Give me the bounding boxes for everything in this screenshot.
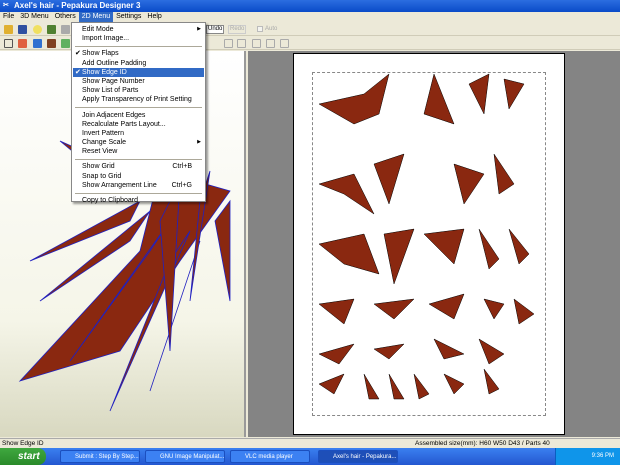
label: Show List of Parts [82, 87, 139, 95]
zoom-icon[interactable] [266, 39, 275, 48]
title-bar: ✂ Axel's hair - Pepakura Designer 3 [0, 0, 620, 12]
label: Snap to Grid [82, 172, 122, 180]
menu-others[interactable]: Others [52, 12, 79, 22]
color-icon[interactable] [61, 39, 70, 48]
status-text: Show Edge ID [2, 440, 44, 447]
label: Show Arrangement Line [82, 181, 157, 189]
tool-icon[interactable] [61, 25, 70, 34]
system-tray: 9:36 PM [555, 448, 620, 465]
menu-item-show-arrangement-line[interactable]: Show Arrangement Line Ctrl+G [73, 181, 204, 190]
menu-item-show-flaps[interactable]: ✔ Show Flaps [73, 49, 204, 58]
start-label: start [18, 451, 40, 462]
menu-item-reset-view[interactable]: Reset View [73, 147, 204, 156]
check-icon: ✔ [75, 68, 81, 76]
rotate-icon[interactable] [47, 39, 56, 48]
auto-checkbox[interactable]: Auto [257, 25, 277, 34]
2d-menu-dropdown: Edit Mode ▶ Import Image... ✔ Show Flaps A… [71, 22, 206, 205]
taskbar: start Submit : Step By Step... GNU Image… [0, 448, 620, 465]
label: Reset View [82, 148, 118, 156]
menu-item-snap-to-grid[interactable]: Snap to Grid [73, 172, 204, 181]
menu-item-recalculate-layout[interactable]: Recalculate Parts Layout... [73, 120, 204, 129]
menu-bar: File 3D Menu Others 2D Menu Settings Hel… [0, 12, 620, 22]
edge-icon[interactable] [18, 39, 27, 48]
label: Show Grid [82, 163, 115, 171]
menu-item-show-list-of-parts[interactable]: Show List of Parts [73, 86, 204, 95]
label: Invert Pattern [82, 129, 125, 137]
menu-item-edit-mode[interactable]: Edit Mode ▶ [73, 25, 204, 34]
menu-settings[interactable]: Settings [113, 12, 144, 22]
undo-button[interactable]: Undo [206, 25, 225, 34]
label: Recalculate Parts Layout... [82, 120, 166, 128]
menu-item-show-page-number[interactable]: Show Page Number [73, 77, 204, 86]
grid-icon[interactable] [280, 39, 289, 48]
shortcut: Ctrl+G [171, 181, 192, 189]
check-icon: ✔ [75, 50, 81, 58]
label: Copy to Clipboard [82, 197, 139, 204]
shortcut: Ctrl+B [172, 163, 192, 171]
menu-item-apply-transparency[interactable]: Apply Transparency of Print Setting [73, 95, 204, 104]
texture-icon[interactable] [47, 25, 56, 34]
status-bar: Show Edge ID Assembled size(mm): H60 W50… [0, 438, 620, 448]
menu-item-join-adjacent-edges[interactable]: Join Adjacent Edges [73, 111, 204, 120]
align2-icon[interactable] [237, 39, 246, 48]
checkbox-icon [257, 26, 263, 32]
menu-item-copy-to-clipboard[interactable]: Copy to Clipboard [73, 196, 204, 205]
menu-help[interactable]: Help [144, 12, 164, 22]
2d-view[interactable] [248, 51, 620, 437]
task-pepakura[interactable]: Axel's hair - Pepakura... [318, 450, 398, 463]
redo-button[interactable]: Redo [228, 25, 247, 34]
label: Change Scale [82, 139, 126, 147]
menu-item-add-outline-padding[interactable]: Add Outline Padding [73, 59, 204, 68]
print-page [293, 53, 565, 435]
task-gimp[interactable]: GNU Image Manipulat... [145, 450, 225, 463]
open-icon[interactable] [4, 25, 13, 34]
auto-label: Auto [265, 26, 278, 32]
app-icon: ✂ [3, 2, 9, 9]
menu-separator [75, 45, 202, 47]
submenu-arrow-icon: ▶ [197, 139, 201, 146]
clock: 9:36 PM [591, 453, 614, 459]
menu-2d[interactable]: 2D Menu [78, 12, 114, 22]
menu-separator [75, 192, 202, 194]
label: Show Edge ID [82, 68, 127, 76]
menu-separator [75, 158, 202, 160]
label: Edit Mode [82, 26, 114, 33]
fit-icon[interactable] [252, 39, 261, 48]
menu-item-invert-pattern[interactable]: Invert Pattern [73, 129, 204, 138]
start-button[interactable]: start [0, 448, 46, 465]
label: Show Flaps [82, 50, 119, 58]
menu-item-change-scale[interactable]: Change Scale ▶ [73, 138, 204, 147]
menu-item-show-grid[interactable]: Show Grid Ctrl+B [73, 162, 204, 171]
label: Show Page Number [82, 77, 145, 85]
unfolded-parts [318, 73, 535, 400]
label: Import Image... [82, 35, 130, 43]
align-icon[interactable] [224, 39, 233, 48]
menu-item-import-image[interactable]: Import Image... [73, 34, 204, 43]
select-icon[interactable] [4, 39, 13, 48]
menu-separator [75, 107, 202, 108]
window-title: Axel's hair - Pepakura Designer 3 [14, 1, 141, 10]
menu-item-show-edge-id[interactable]: ✔ Show Edge ID [73, 67, 204, 77]
task-vlc[interactable]: VLC media player [230, 450, 310, 463]
task-submit[interactable]: Submit : Step By Step... [60, 450, 140, 463]
menu-file[interactable]: File [0, 12, 17, 22]
face-icon[interactable] [33, 39, 42, 48]
label: Join Adjacent Edges [82, 111, 146, 119]
label: Add Outline Padding [82, 59, 147, 67]
label: Apply Transparency of Print Setting [82, 96, 192, 104]
submenu-arrow-icon: ▶ [197, 26, 201, 32]
light-icon[interactable] [33, 25, 42, 34]
save-icon[interactable] [18, 25, 27, 34]
menu-3d[interactable]: 3D Menu [17, 12, 51, 22]
